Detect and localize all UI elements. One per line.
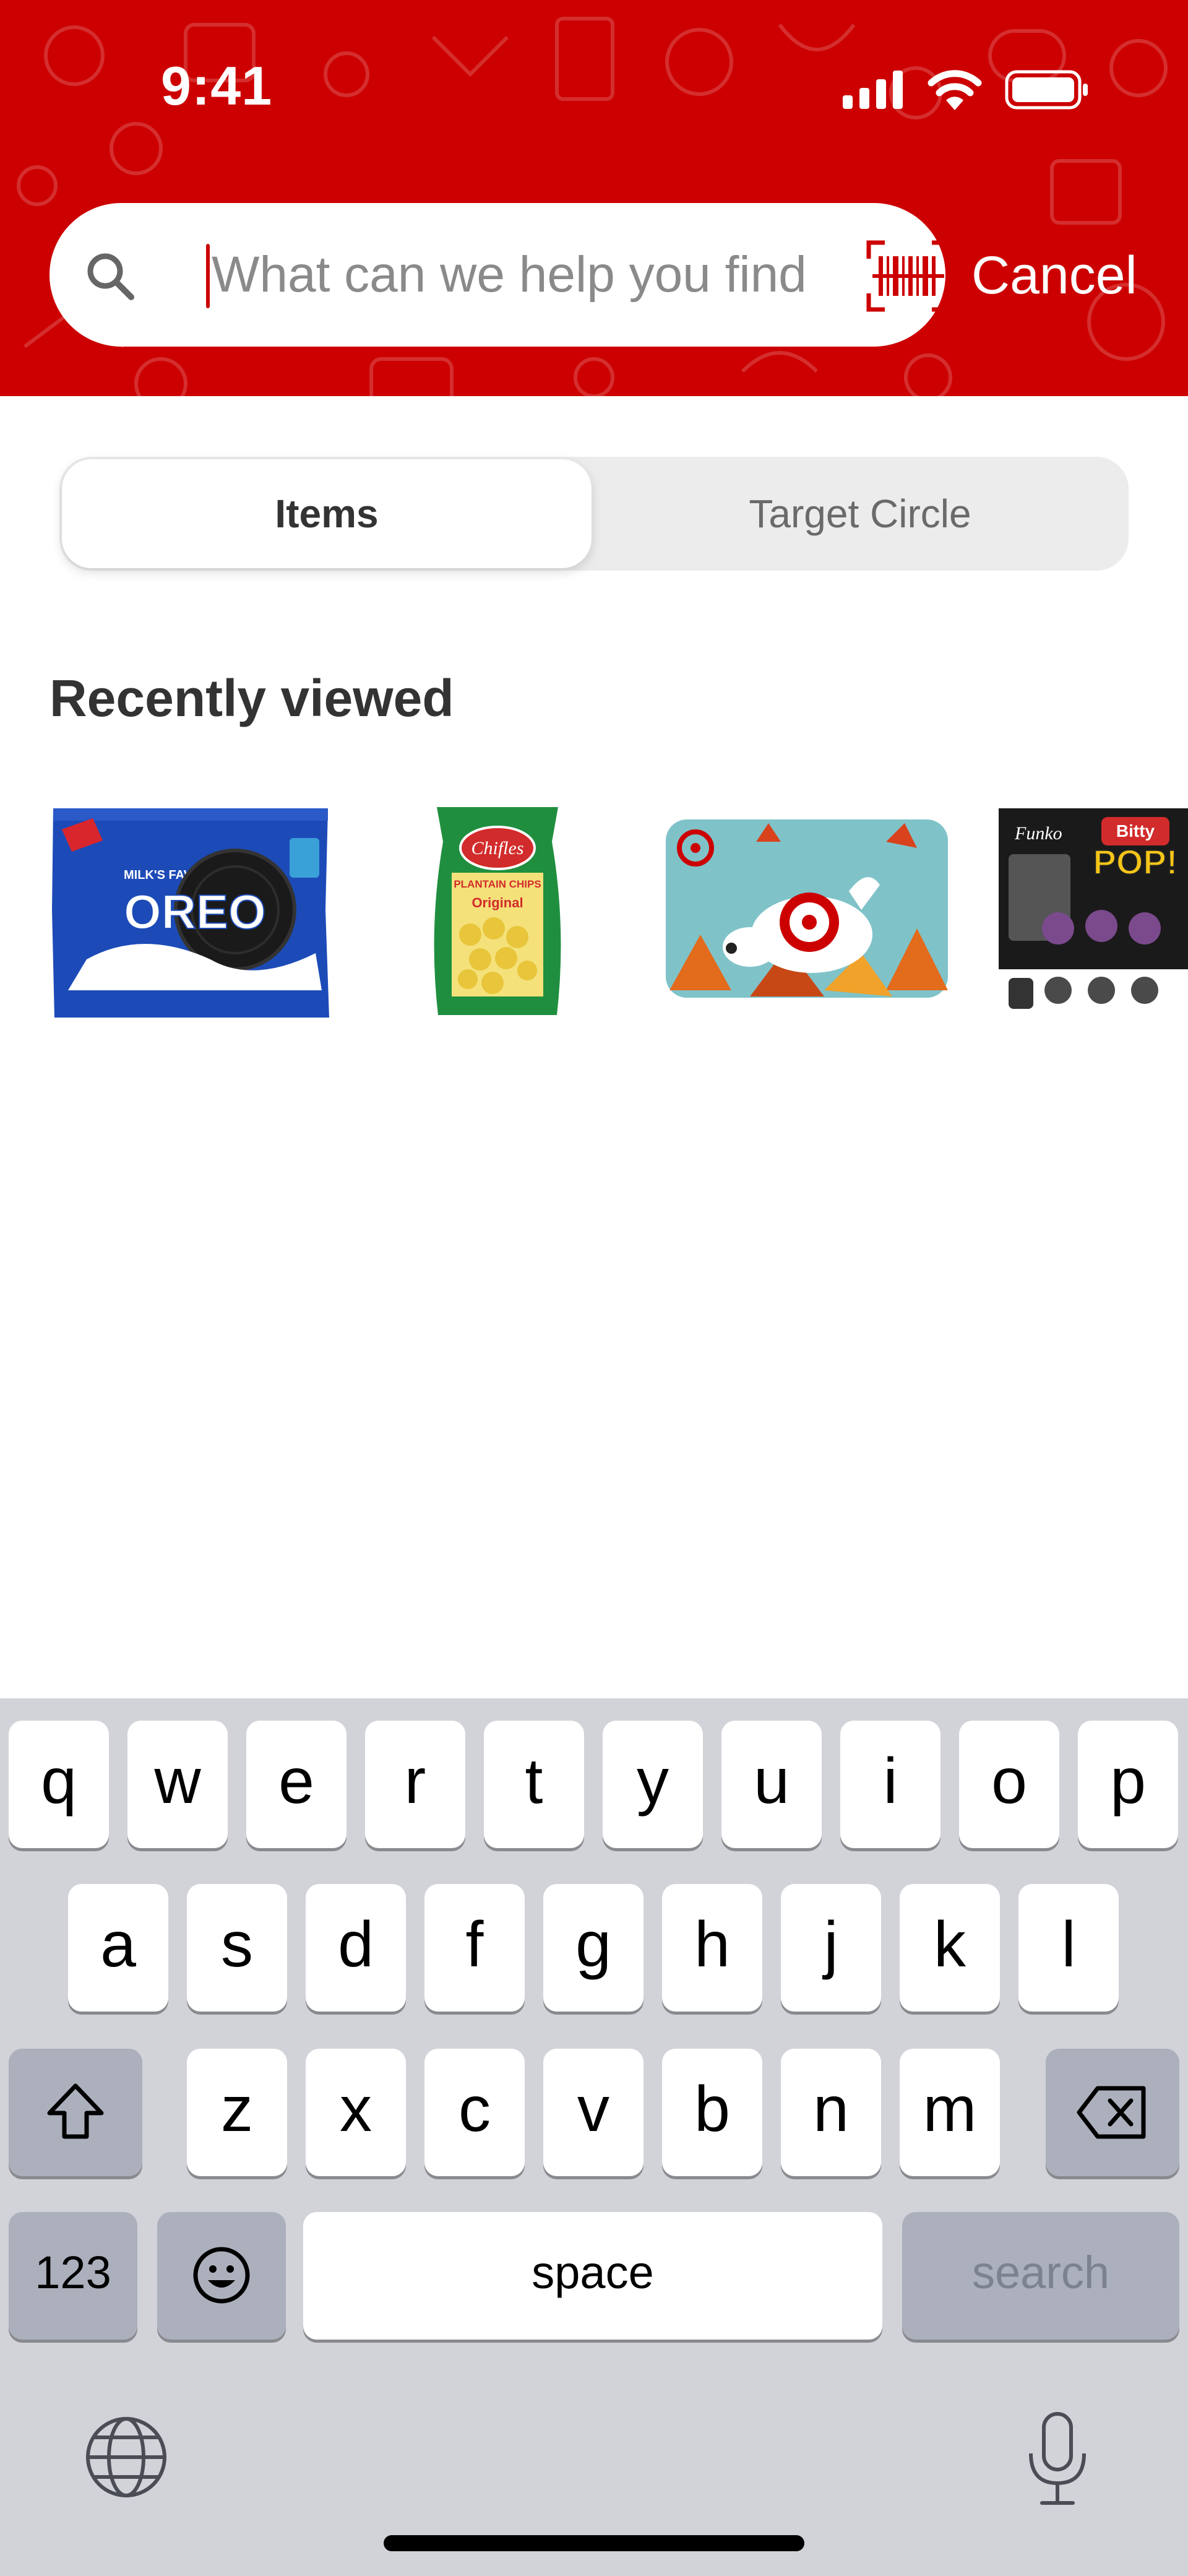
key-h[interactable]: h [662, 1884, 762, 2012]
search-bar[interactable] [50, 203, 950, 347]
key-v[interactable]: v [543, 2049, 644, 2176]
emoji-key[interactable] [157, 2212, 286, 2340]
search-icon [87, 253, 134, 300]
cellular-signal-icon [843, 71, 903, 109]
home-indicator [384, 2535, 804, 2551]
funko-line: Bitty [1116, 821, 1155, 841]
key-a[interactable]: a [68, 1884, 168, 2012]
key-d[interactable]: d [306, 1884, 406, 2012]
key-c[interactable]: c [424, 2049, 525, 2176]
microphone-icon[interactable] [1023, 2410, 1091, 2507]
key-u[interactable]: u [721, 1721, 822, 1848]
shift-key[interactable] [9, 2049, 142, 2176]
battery-icon [1005, 70, 1088, 110]
status-time: 9:41 [161, 55, 273, 116]
key-k[interactable]: k [900, 1884, 1000, 2012]
emoji-icon [193, 2247, 250, 2304]
recently-viewed-item-gift-card[interactable] [663, 805, 950, 1021]
recently-viewed-item-funko-bitty-pop[interactable]: Funko Bitty POP! [996, 805, 1188, 1021]
key-t[interactable]: t [484, 1721, 584, 1848]
shift-icon [47, 2083, 104, 2139]
key-o[interactable]: o [959, 1721, 1059, 1848]
text-cursor [206, 244, 210, 308]
key-g[interactable]: g [543, 1884, 644, 2012]
key-s[interactable]: s [187, 1884, 287, 2012]
search-key[interactable]: search [902, 2212, 1179, 2340]
chips-label: PLANTAIN CHIPS [454, 878, 541, 890]
key-f[interactable]: f [424, 1884, 525, 2012]
key-q[interactable]: q [9, 1721, 109, 1848]
header: 9:41 What can we help you find? Cancel [0, 0, 1188, 396]
key-z[interactable]: z [187, 2049, 287, 2176]
key-n[interactable]: n [781, 2049, 881, 2176]
keyboard: q w e r t y u i o p a s d f g h j k l z … [0, 1698, 1188, 2576]
wifi-icon [928, 70, 982, 110]
globe-icon[interactable] [84, 2415, 168, 2499]
key-r[interactable]: r [365, 1721, 465, 1848]
key-l[interactable]: l [1018, 1884, 1119, 2012]
tab-items[interactable]: Items [62, 459, 592, 568]
key-p[interactable]: p [1078, 1721, 1178, 1848]
key-b[interactable]: b [662, 2049, 762, 2176]
chips-variant: Original [471, 895, 523, 910]
recently-viewed-item-plantain-chips[interactable]: Chifles PLANTAIN CHIPS Original [424, 805, 570, 1021]
backspace-key[interactable] [1046, 2049, 1179, 2176]
key-j[interactable]: j [781, 1884, 881, 2012]
key-y[interactable]: y [603, 1721, 703, 1848]
search-input[interactable] [212, 234, 806, 316]
key-e[interactable]: e [246, 1721, 346, 1848]
numbers-key[interactable]: 123 [9, 2212, 137, 2340]
funko-variant: POP! [1093, 842, 1178, 881]
cancel-button[interactable]: Cancel [971, 241, 1137, 309]
backspace-icon [1077, 2086, 1146, 2139]
key-i[interactable]: i [840, 1721, 940, 1848]
key-w[interactable]: w [127, 1721, 228, 1848]
key-m[interactable]: m [900, 2049, 1000, 2176]
status-icons [843, 68, 1089, 111]
chips-brand: Chifles [471, 838, 523, 858]
key-x[interactable]: x [306, 2049, 406, 2176]
search-scope-segmented-control: Items Target Circle [59, 457, 1129, 571]
recently-viewed-item-oreo[interactable]: MILK'S FAVORITE COOKIE OREO [50, 805, 332, 1021]
recently-viewed-title: Recently viewed [50, 669, 454, 727]
oreo-brand: OREO [124, 884, 266, 939]
funko-brand: Funko [1014, 823, 1062, 844]
barcode-scanner-icon[interactable] [866, 240, 950, 312]
space-key[interactable]: space [303, 2212, 882, 2340]
status-bar: 9:41 [0, 0, 1188, 186]
tab-target-circle[interactable]: Target Circle [594, 459, 1126, 568]
